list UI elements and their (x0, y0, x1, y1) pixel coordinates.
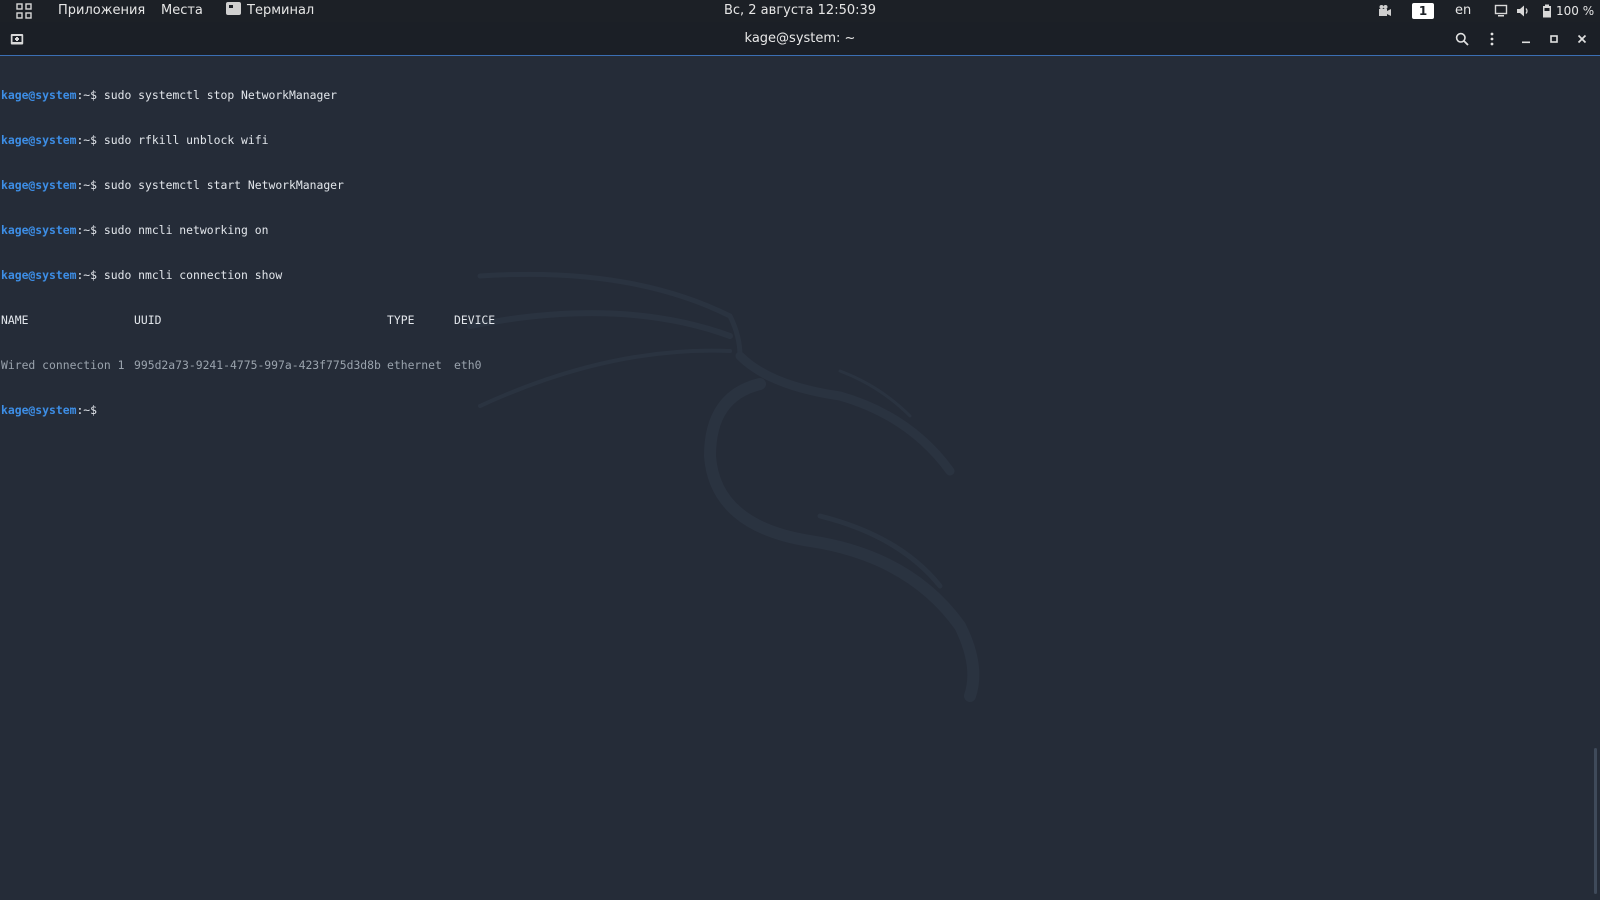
volume-icon[interactable] (1516, 0, 1530, 22)
prompt-separator: :~$ (76, 133, 98, 147)
prompt-user: kage@system (1, 223, 77, 237)
display-icon[interactable] (1494, 0, 1508, 22)
prompt-user: kage@system (1, 403, 77, 417)
command-line: kage@system:~$ sudo systemctl stop Netwo… (1, 88, 495, 103)
terminal-window: kage@system: ~ kage@system:~$ sudo syste… (0, 22, 1600, 900)
current-prompt-line[interactable]: kage@system:~$ (1, 403, 495, 418)
places-menu[interactable]: Места (161, 0, 203, 22)
prompt-separator: :~$ (76, 403, 98, 417)
table-cell: 995d2a73-9241-4775-997a-423f775d3d8b (134, 358, 381, 372)
command-text: sudo nmcli connection show (103, 268, 283, 282)
prompt-user: kage@system (1, 133, 77, 147)
terminal-app-menu[interactable]: Терминал (226, 0, 314, 22)
apps-grid-icon[interactable] (16, 0, 32, 22)
maximize-icon[interactable] (1543, 29, 1565, 49)
top-panel: Приложения Места Терминал Вс, 2 августа … (0, 0, 1600, 22)
command-line: kage@system:~$ sudo nmcli networking on (1, 223, 495, 238)
terminal-output-area[interactable]: kage@system:~$ sudo systemctl stop Netwo… (0, 56, 1600, 900)
command-text: sudo systemctl stop NetworkManager (103, 88, 338, 102)
window-title: kage@system: ~ (744, 31, 856, 46)
battery-icon[interactable] (1542, 0, 1552, 22)
command-line: kage@system:~$ sudo nmcli connection sho… (1, 268, 495, 283)
command-text: sudo nmcli networking on (103, 223, 269, 237)
command-line: kage@system:~$ sudo rfkill unblock wifi (1, 133, 495, 148)
table-cell: eth0 (454, 358, 482, 372)
workspace-indicator[interactable]: 1 (1412, 3, 1434, 19)
table-header-row: NAME UUID TYPE DEVICE (1, 313, 495, 328)
terminal-text: kage@system:~$ sudo systemctl stop Netwo… (1, 58, 495, 448)
close-icon[interactable] (1571, 29, 1593, 49)
prompt-user: kage@system (1, 178, 77, 192)
command-text: sudo systemctl start NetworkManager (103, 178, 344, 192)
keyboard-layout[interactable]: en (1455, 0, 1471, 22)
table-cell: Wired connection 1 (1, 358, 125, 372)
table-header: TYPE (387, 313, 415, 327)
table-header: UUID (134, 313, 162, 327)
camera-icon[interactable] (1378, 0, 1392, 22)
kali-dragon-watermark (467, 271, 980, 702)
command-line: kage@system:~$ sudo systemctl start Netw… (1, 178, 495, 193)
minimize-icon[interactable] (1515, 29, 1537, 49)
applications-menu[interactable]: Приложения (58, 0, 145, 22)
table-cell: ethernet (387, 358, 442, 372)
clock[interactable]: Вс, 2 августа 12:50:39 (724, 3, 876, 18)
prompt-separator: :~$ (76, 268, 98, 282)
table-header: DEVICE (454, 313, 496, 327)
prompt-separator: :~$ (76, 223, 98, 237)
table-header: NAME (1, 313, 29, 327)
window-titlebar[interactable]: kage@system: ~ (0, 22, 1600, 56)
prompt-separator: :~$ (76, 88, 98, 102)
prompt-user: kage@system (1, 268, 77, 282)
table-row: Wired connection 1 995d2a73-9241-4775-997… (1, 358, 495, 373)
scrollbar-thumb[interactable] (1594, 748, 1597, 894)
terminal-icon (226, 2, 241, 15)
battery-percentage[interactable]: 100 % (1556, 0, 1594, 22)
prompt-separator: :~$ (76, 178, 98, 192)
kebab-menu-icon[interactable] (1481, 29, 1503, 49)
search-icon[interactable] (1451, 29, 1473, 49)
terminal-app-label: Терминал (247, 3, 315, 18)
command-text: sudo rfkill unblock wifi (103, 133, 269, 147)
prompt-user: kage@system (1, 88, 77, 102)
